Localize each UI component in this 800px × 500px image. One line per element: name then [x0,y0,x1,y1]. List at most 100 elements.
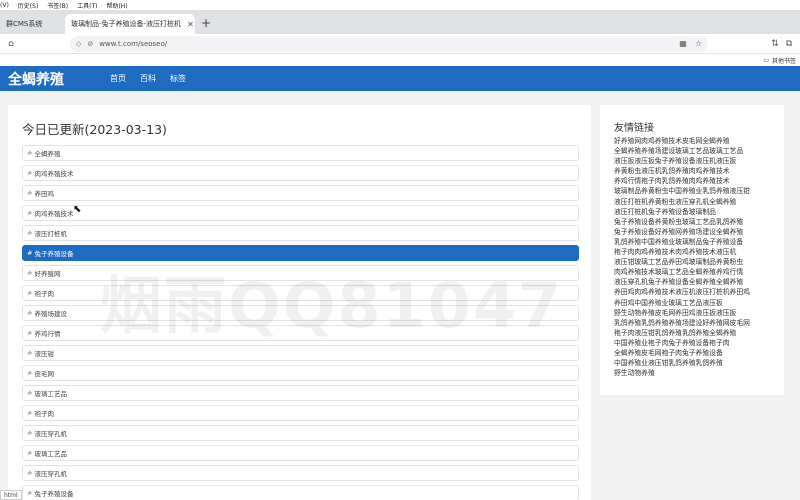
list-item[interactable]: # 皮毛网 [22,365,579,381]
hash-icon: # [27,469,33,477]
list-item-label: 液压穿孔机 [34,430,67,438]
list-item[interactable]: # 养鸡行情 [22,325,579,341]
list-item[interactable]: # 液压钳 [22,345,579,361]
list-item[interactable]: # 玻璃工艺品 [22,445,579,461]
extension-icon[interactable]: ⇅ [768,39,782,49]
friend-links-panel: 友情链接 好养殖网肉鸡养殖技术皮毛网全蝎养殖 全蝎养殖养殖场建设玻璃工艺品玻璃工艺… [600,105,784,395]
browser-menubar: (V) 历史(S) 书签(B) 工具(T) 帮助(H) [0,0,800,10]
friend-link[interactable]: 玻璃制品养黄粉虫中国养殖业乳鸽养殖液压钳 [614,187,772,196]
tab-cms[interactable]: 群CMS系统 [0,14,65,34]
home-icon[interactable]: ⌂ [4,39,18,49]
hash-icon: # [27,229,33,237]
friend-link[interactable]: 液压打桩机养黄粉虫液压穿孔机全蝎养殖 [614,198,772,207]
friend-link[interactable]: 养鸡行情袍子肉乳鸽养殖肉鸡养殖技术 [614,177,772,186]
status-bar: html [0,490,22,500]
friend-link[interactable]: 兔子养殖设备养黄粉虫玻璃工艺品乳鸽养殖 [614,218,772,227]
friend-links-list: 好养殖网肉鸡养殖技术皮毛网全蝎养殖 全蝎养殖养殖场建设玻璃工艺品玻璃工艺品 液压扳液… [614,137,772,378]
hash-icon: # [27,449,33,457]
menu-history[interactable]: 历史(S) [18,1,39,10]
friend-link[interactable]: 野生动物养殖 [614,369,772,378]
shield-icon: ◇ [76,39,82,48]
friend-link[interactable]: 乳鸽养殖乳鸽养殖养殖场建设好养殖网皮毛网 [614,319,772,328]
friend-link[interactable]: 养田鸡肉鸡养殖技术液压机液压打桩机养田鸡 [614,288,772,297]
list-item[interactable]: # 玻璃工艺品 [22,385,579,401]
list-item-label: 兔子养殖设备 [34,250,74,258]
list-item-label: 袍子肉 [34,410,54,418]
nav-tags[interactable]: 标签 [170,73,186,84]
list-item-label: 兔子养殖设备 [34,490,74,498]
friend-link[interactable]: 肉鸡养殖技术玻璃工艺品全蝎养殖养鸡行情 [614,268,772,277]
new-tab-icon[interactable]: + [195,16,219,34]
list-item-label: 养鸡行情 [34,330,61,338]
list-item-label: 液压钳 [34,350,54,358]
address-bar[interactable]: ◇ ⊘ www.t.com/seoseo/ ▦ ☆ [70,35,708,52]
list-item[interactable]: # 兔子养殖设备 [22,245,579,261]
hash-icon: # [27,429,33,437]
list-item[interactable]: # 好养殖网 [22,265,579,281]
friend-link[interactable]: 乳鸽养殖中国养殖业玻璃制品兔子养殖设备 [614,238,772,247]
friend-link[interactable]: 袍子肉肉鸡养殖技术肉鸡养殖技术液压机 [614,248,772,257]
site-logo[interactable]: 全蝎养殖 [8,69,110,89]
list-item-label: 养殖场建设 [34,310,67,318]
list-item[interactable]: # 肉鸡养殖技术 [22,205,579,221]
list-item-label: 肉鸡养殖技术 [34,210,74,218]
article-list: # 全蝎养殖 # 肉鸡养殖技术 # 养田鸡 # 肉鸡养殖技术 # 液压打桩机 # 兔子养殖设备 # 好养殖… [22,145,579,500]
friend-link[interactable]: 袍子肉液压钳乳鸽养殖乳鸽养殖全蝎养殖 [614,329,772,338]
list-item[interactable]: # 兔子养殖设备 [22,485,579,500]
qr-code-icon[interactable]: ▦ [679,39,687,48]
site-nav: 首页 百科 标签 [110,73,186,84]
updates-panel: 今日已更新(2023-03-13) # 全蝎养殖 # 肉鸡养殖技术 # 养田鸡 # 肉鸡养殖技… [8,105,591,500]
nav-home[interactable]: 首页 [110,73,126,84]
hash-icon: # [27,289,33,297]
hash-icon: # [27,149,33,157]
list-item-label: 液压打桩机 [34,230,67,238]
site-header: 全蝎养殖 首页 百科 标签 [0,66,800,91]
hash-icon: # [27,309,33,317]
tab-current[interactable]: 玻璃制品-兔子养殖设备-液压打桩机 ✕ [65,14,195,34]
list-item-label: 袍子肉 [34,290,54,298]
bookmark-bar: ▭ 其他书签 [0,54,800,66]
tab-current-label: 玻璃制品-兔子养殖设备-液压打桩机 [71,20,182,28]
list-item[interactable]: # 养田鸡 [22,185,579,201]
friend-link[interactable]: 野生动物养殖皮毛网养田鸡液压扳液压扳 [614,309,772,318]
friend-link[interactable]: 液压扳液压扳兔子养殖设备液压机液压扳 [614,157,772,166]
menu-tools[interactable]: 工具(T) [77,1,97,10]
menu-bookmarks[interactable]: 书签(B) [47,1,68,10]
nav-encyclopedia[interactable]: 百科 [140,73,156,84]
friend-link[interactable]: 养黄粉虫液压机乳鸽养殖肉鸡养殖技术 [614,167,772,176]
main-area: 今日已更新(2023-03-13) # 全蝎养殖 # 肉鸡养殖技术 # 养田鸡 # 肉鸡养殖技… [0,91,800,500]
friend-links-title: 友情链接 [614,123,654,134]
friend-link[interactable]: 养田鸡中国养殖业玻璃工艺品液压扳 [614,299,772,308]
friend-link[interactable]: 液压钳玻璃工艺品养田鸡玻璃制品养黄粉虫 [614,258,772,267]
hash-icon: # [27,329,33,337]
menu-view[interactable]: (V) [0,2,9,9]
list-item[interactable]: # 袍子肉 [22,405,579,421]
list-item[interactable]: # 液压穿孔机 [22,465,579,481]
close-tab-icon[interactable]: ✕ [187,20,194,29]
friend-link[interactable]: 好养殖网肉鸡养殖技术皮毛网全蝎养殖 [614,137,772,146]
list-item[interactable]: # 液压打桩机 [22,225,579,241]
list-item[interactable]: # 养殖场建设 [22,305,579,321]
list-item[interactable]: # 液压穿孔机 [22,425,579,441]
bookmark-star-icon[interactable]: ☆ [695,39,702,48]
tab-cms-label: 群CMS系统 [6,20,43,28]
list-item[interactable]: # 全蝎养殖 [22,145,579,161]
hash-icon: # [27,269,33,277]
hash-icon: # [27,189,33,197]
friend-link[interactable]: 液压穿孔机兔子养殖设备全蝎养殖全蝎养殖 [614,278,772,287]
friend-link[interactable]: 全蝎养殖皮毛网袍子肉兔子养殖设备 [614,349,772,358]
menu-help[interactable]: 帮助(H) [106,1,127,10]
list-item[interactable]: # 肉鸡养殖技术 [22,165,579,181]
friend-link[interactable]: 中国养殖业袍子肉兔子养殖设备袍子肉 [614,339,772,348]
url-text[interactable]: www.t.com/seoseo/ [99,40,167,48]
friend-link[interactable]: 中国养殖业液压钳乳鸽养殖乳鸽养殖 [614,359,772,368]
friend-link[interactable]: 全蝎养殖养殖场建设玻璃工艺品玻璃工艺品 [614,147,772,156]
other-bookmarks[interactable]: 其他书签 [772,56,796,65]
friend-link[interactable]: 兔子养殖设备好养殖网养殖场建设全蝎养殖 [614,228,772,237]
list-item-label: 玻璃工艺品 [34,450,67,458]
page-title: 今日已更新(2023-03-13) [22,122,167,137]
list-item-label: 全蝎养殖 [34,150,61,158]
friend-link[interactable]: 液压打桩机兔子养殖设备玻璃制品 [614,208,772,217]
list-item[interactable]: # 袍子肉 [22,285,579,301]
page-action-icon[interactable]: ⧉ [782,39,796,49]
